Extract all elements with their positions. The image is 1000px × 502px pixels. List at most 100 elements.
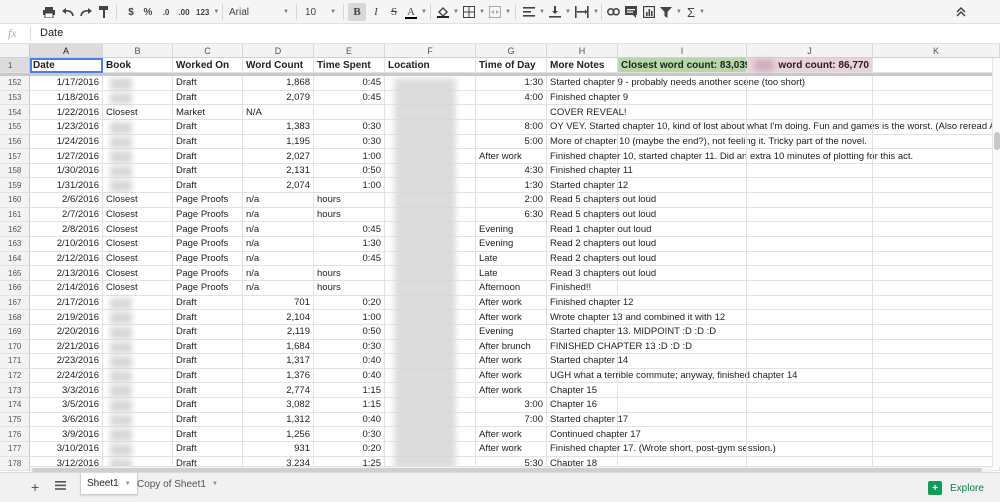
cell-word-count[interactable]: n/a: [243, 207, 314, 223]
cell-empty[interactable]: [873, 368, 1000, 384]
cell-time-spent[interactable]: hours: [314, 280, 385, 296]
cell-more-notes[interactable]: More of chapter 10 (maybe the end?), not…: [547, 134, 867, 150]
cell-worked-on[interactable]: Page Proofs: [173, 266, 243, 281]
vertical-scrollbar[interactable]: [992, 58, 1000, 467]
cell-worked-on[interactable]: Draft: [173, 398, 243, 413]
row-number[interactable]: 161: [0, 207, 30, 223]
cell-empty[interactable]: [618, 163, 747, 179]
cell-time-spent[interactable]: 0:45: [314, 251, 385, 267]
cell-worked-on[interactable]: Draft: [173, 368, 243, 384]
cell-empty[interactable]: [618, 354, 747, 369]
cell-empty[interactable]: [747, 105, 873, 120]
cell-time-of-day[interactable]: After work: [476, 310, 547, 325]
cell-word-count[interactable]: 2,074: [243, 178, 314, 194]
row-number[interactable]: 168: [0, 310, 30, 325]
cell-time-of-day[interactable]: 8:00: [476, 119, 547, 135]
cell-worked-on[interactable]: Draft: [173, 90, 243, 106]
cell-time-of-day[interactable]: After work: [476, 442, 547, 457]
cell-empty[interactable]: [618, 339, 747, 355]
cell-empty[interactable]: [747, 368, 873, 384]
cell-more-notes[interactable]: OY VEY. Started chapter 10, kind of lost…: [547, 119, 1000, 135]
cell-more-notes[interactable]: Started chapter 13. MIDPOINT :D :D :D: [547, 324, 716, 340]
cell-worked-on[interactable]: Draft: [173, 163, 243, 179]
cell-empty[interactable]: [873, 354, 1000, 369]
cell-empty[interactable]: [618, 76, 747, 91]
cell-empty[interactable]: [873, 280, 1000, 296]
cell-book[interactable]: Closest: [103, 266, 173, 281]
cell-empty[interactable]: [618, 398, 747, 413]
cell-empty[interactable]: [618, 105, 747, 120]
cell-time-spent[interactable]: 0:30: [314, 134, 385, 150]
cell-empty[interactable]: [747, 163, 873, 179]
insert-chart-icon[interactable]: [640, 3, 658, 21]
cell-empty[interactable]: [747, 427, 873, 442]
percent-format-button[interactable]: %: [139, 3, 157, 21]
cell-more-notes[interactable]: Finished chapter 17. (Wrote short, post-…: [547, 442, 776, 457]
cell-time-of-day[interactable]: [476, 105, 547, 120]
cell-time-spent[interactable]: 0:20: [314, 442, 385, 457]
cell-empty[interactable]: [618, 412, 747, 428]
row-number[interactable]: 175: [0, 412, 30, 428]
column-header-k[interactable]: K: [873, 44, 1000, 58]
cell-more-notes[interactable]: Started chapter 9 - probably needs anoth…: [547, 76, 805, 91]
cell-empty[interactable]: [618, 368, 747, 384]
cell-empty[interactable]: [618, 427, 747, 442]
cell-empty[interactable]: [873, 383, 1000, 399]
cell-word-count[interactable]: 3,082: [243, 398, 314, 413]
column-header-c[interactable]: C: [173, 44, 243, 58]
header-book[interactable]: Book: [103, 58, 173, 73]
cell-more-notes[interactable]: Read 2 chapters out loud: [547, 251, 656, 267]
cell-time-spent[interactable]: 0:50: [314, 324, 385, 340]
cell-date[interactable]: 3/6/2016: [30, 412, 103, 428]
cell-date[interactable]: 2/8/2016: [30, 222, 103, 238]
cell-time-spent[interactable]: 1:00: [314, 310, 385, 325]
cell-more-notes[interactable]: Started chapter 12: [547, 178, 628, 194]
bold-button[interactable]: B: [348, 3, 366, 21]
cell-empty[interactable]: [618, 310, 747, 325]
cell-time-spent[interactable]: 0:45: [314, 90, 385, 106]
cell-empty[interactable]: [747, 442, 873, 457]
cell-more-notes[interactable]: FINISHED CHAPTER 13 :D :D :D: [547, 339, 692, 355]
cell-word-count[interactable]: n/a: [243, 266, 314, 281]
header-date[interactable]: Date: [30, 58, 103, 73]
cell-book[interactable]: Closest: [103, 222, 173, 238]
cell-time-of-day[interactable]: After brunch: [476, 339, 547, 355]
cell-empty[interactable]: [873, 105, 1000, 120]
closest-word-count-cell[interactable]: Closest word count: 83,039: [618, 58, 750, 73]
cell-empty[interactable]: [618, 266, 747, 281]
column-header-g[interactable]: G: [476, 44, 547, 58]
row-number[interactable]: 166: [0, 280, 30, 296]
column-header-b[interactable]: B: [103, 44, 173, 58]
cell-empty[interactable]: [873, 398, 1000, 413]
cell-worked-on[interactable]: Draft: [173, 134, 243, 150]
cell-empty[interactable]: [618, 251, 747, 267]
cell-time-spent[interactable]: hours: [314, 193, 385, 208]
cell-date[interactable]: 1/27/2016: [30, 149, 103, 164]
column-header-j[interactable]: J: [747, 44, 873, 58]
cell-worked-on[interactable]: Draft: [173, 442, 243, 457]
cell-empty[interactable]: [873, 442, 1000, 457]
cell-more-notes[interactable]: Started chapter 17: [547, 412, 628, 428]
cell-empty[interactable]: [747, 193, 873, 208]
add-sheet-icon[interactable]: +: [31, 479, 39, 495]
print-icon[interactable]: [40, 3, 58, 21]
cell-more-notes[interactable]: Finished!!: [547, 280, 618, 296]
cell-time-of-day[interactable]: 1:30: [476, 76, 547, 91]
cell-date[interactable]: 2/23/2016: [30, 354, 103, 369]
cell-empty[interactable]: [618, 134, 747, 150]
cell-empty[interactable]: [747, 354, 873, 369]
font-family-dropdown[interactable]: Arial ▼: [226, 3, 294, 21]
cell-empty[interactable]: [618, 442, 747, 457]
cell-empty[interactable]: [873, 324, 1000, 340]
header-empty-k[interactable]: [873, 58, 1000, 73]
cell-empty[interactable]: [873, 134, 1000, 150]
cell-worked-on[interactable]: Page Proofs: [173, 237, 243, 252]
cell-worked-on[interactable]: Draft: [173, 427, 243, 442]
cell-more-notes[interactable]: UGH what a terrible commute; anyway, fin…: [547, 368, 797, 384]
cell-worked-on[interactable]: Draft: [173, 324, 243, 340]
row-number[interactable]: 177: [0, 442, 30, 457]
cell-time-spent[interactable]: 0:30: [314, 339, 385, 355]
cell-time-spent[interactable]: 1:00: [314, 149, 385, 164]
cell-word-count[interactable]: 1,868: [243, 76, 314, 91]
cell-empty[interactable]: [747, 134, 873, 150]
